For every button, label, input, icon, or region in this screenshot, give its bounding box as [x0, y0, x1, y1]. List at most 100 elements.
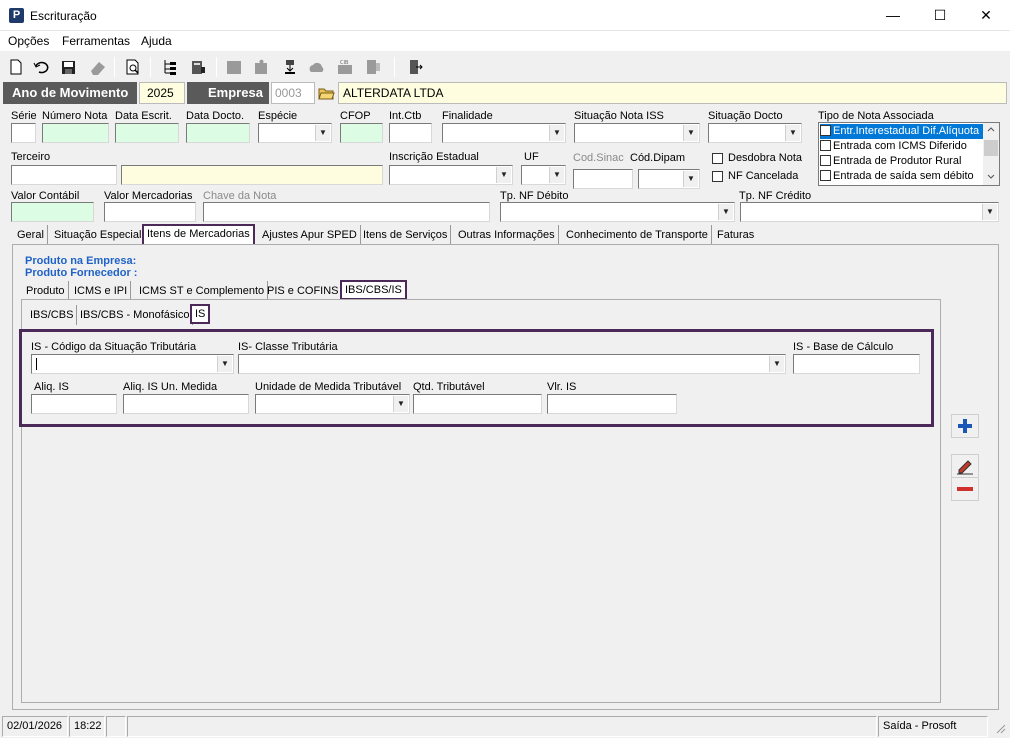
toolbar-separator — [216, 57, 217, 77]
tab-situacao-especial[interactable]: Situação Especial — [51, 225, 146, 245]
tab-outras-informacoes[interactable]: Outras Informações — [455, 225, 559, 245]
tab-ibs-cbs[interactable]: IBS/CBS — [27, 305, 78, 325]
is-cst-select[interactable]: ▼ — [31, 354, 234, 374]
chevron-down-icon[interactable]: ▼ — [769, 356, 784, 372]
situacao-docto-select[interactable]: ▼ — [708, 123, 802, 143]
valor-contabil-field[interactable] — [11, 202, 94, 222]
cod-dipam-select[interactable]: ▼ — [638, 169, 700, 189]
chevron-down-icon[interactable]: ▼ — [549, 125, 564, 141]
chevron-down-icon[interactable]: ▼ — [217, 356, 232, 372]
terceiro-code-field[interactable] — [11, 165, 117, 185]
numero-nota-field[interactable] — [42, 123, 109, 143]
tab-itens-mercadorias[interactable]: Itens de Mercadorias — [142, 224, 255, 246]
aliq-is-un-field[interactable] — [123, 394, 249, 414]
tab-pis-cofins[interactable]: PIS e COFINS — [264, 281, 343, 301]
aliq-is-field[interactable] — [31, 394, 117, 414]
qtd-tributavel-field[interactable] — [413, 394, 542, 414]
cod-sinac-field[interactable] — [573, 169, 633, 189]
chevron-down-icon[interactable]: ▼ — [683, 125, 698, 141]
close-button[interactable]: ✕ — [963, 0, 1009, 31]
is-classe-select[interactable]: ▼ — [238, 354, 786, 374]
vlr-is-field[interactable] — [547, 394, 677, 414]
int-ctb-field[interactable] — [389, 123, 432, 143]
remove-item-button[interactable] — [951, 477, 979, 501]
chevron-down-icon[interactable]: ▼ — [315, 125, 330, 141]
checkbox[interactable] — [820, 170, 831, 181]
add-item-button[interactable] — [951, 414, 979, 438]
list-item[interactable]: Entr.Interestadual Dif.Alíquota — [820, 124, 983, 139]
tab-ajustes-apur-sped[interactable]: Ajustes Apur SPED — [259, 225, 361, 245]
tab-ibs-cbs-is[interactable]: IBS/CBS/IS — [340, 280, 407, 300]
nf-cancelada-checkbox[interactable] — [712, 171, 723, 182]
chevron-down-icon[interactable]: ▼ — [496, 167, 511, 183]
tipo-nota-associada-list[interactable]: Entr.Interestadual Dif.Alíquota Entrada … — [818, 122, 1000, 186]
checkbox[interactable] — [820, 140, 831, 151]
inscricao-estadual-select[interactable]: ▼ — [389, 165, 513, 185]
chevron-down-icon[interactable]: ▼ — [549, 167, 564, 183]
menu-ferramentas[interactable]: Ferramentas — [62, 34, 130, 48]
valor-mercadorias-field[interactable] — [104, 202, 196, 222]
cib-icon[interactable]: CIB — [335, 57, 355, 77]
empresa-code-field[interactable]: 0003 — [271, 82, 315, 104]
cfop-field[interactable] — [340, 123, 383, 143]
book-icon[interactable] — [188, 57, 208, 77]
uf-label: UF — [524, 151, 539, 163]
eraser-icon[interactable] — [88, 57, 108, 77]
ano-movimento-field[interactable]: 2025 — [139, 82, 185, 104]
resize-grip-icon[interactable] — [993, 721, 1007, 735]
import-icon[interactable] — [280, 57, 300, 77]
edit-item-button[interactable] — [951, 454, 979, 478]
list-item[interactable]: Entrada de saída sem débito — [820, 169, 983, 184]
save-icon[interactable] — [58, 57, 78, 77]
finalidade-select[interactable]: ▼ — [442, 123, 566, 143]
menu-opcoes[interactable]: Opções — [8, 34, 49, 48]
maximize-button[interactable]: ☐ — [917, 0, 963, 31]
terceiro-name-field[interactable] — [121, 165, 383, 185]
tab-itens-servicos[interactable]: Itens de Serviços — [360, 225, 452, 245]
list-item[interactable]: Entrada com ICMS Diferido — [820, 139, 983, 154]
menu-ajuda[interactable]: Ajuda — [141, 34, 172, 48]
checkbox[interactable] — [820, 155, 831, 166]
tab-icms-ipi[interactable]: ICMS e IPI — [71, 281, 132, 301]
cfop-label: CFOP — [340, 110, 371, 122]
desdobra-nota-checkbox[interactable] — [712, 153, 723, 164]
tab-icms-st-complemento[interactable]: ICMS ST e Complemento — [136, 281, 269, 301]
chevron-down-icon[interactable]: ▼ — [393, 396, 408, 412]
export-icon[interactable] — [363, 57, 383, 77]
is-base-calculo-field[interactable] — [793, 354, 920, 374]
serie-field[interactable] — [11, 123, 36, 143]
print-preview-icon[interactable] — [123, 57, 143, 77]
list-scrollbar[interactable] — [983, 123, 999, 185]
tab-ibs-cbs-monofasico[interactable]: IBS/CBS - Monofásico — [77, 305, 194, 325]
tree-view-icon[interactable] — [160, 57, 180, 77]
exit-door-icon[interactable] — [405, 57, 425, 77]
cloud-icon[interactable] — [307, 57, 327, 77]
new-document-icon[interactable] — [6, 57, 26, 77]
checkbox[interactable] — [820, 125, 831, 136]
uf-select[interactable]: ▼ — [521, 165, 566, 185]
puzzle-icon[interactable] — [251, 57, 271, 77]
tab-geral[interactable]: Geral — [14, 225, 48, 245]
empresa-name-field[interactable]: ALTERDATA LTDA — [338, 82, 1007, 104]
list-item[interactable]: Entrada de Produtor Rural — [820, 154, 983, 169]
chevron-down-icon[interactable]: ▼ — [683, 171, 698, 187]
data-escrit-field[interactable] — [115, 123, 179, 143]
situacao-nota-iss-select[interactable]: ▼ — [574, 123, 700, 143]
data-docto-field[interactable] — [186, 123, 250, 143]
especie-select[interactable]: ▼ — [258, 123, 332, 143]
undo-icon[interactable] — [32, 57, 52, 77]
tp-nf-credito-select[interactable]: ▼ — [740, 202, 999, 222]
chevron-down-icon[interactable]: ▼ — [785, 125, 800, 141]
folder-icon[interactable] — [224, 57, 244, 77]
tab-is[interactable]: IS — [190, 304, 211, 324]
tab-produto[interactable]: Produto — [23, 281, 69, 301]
chevron-down-icon[interactable]: ▼ — [718, 204, 733, 220]
chave-nota-field[interactable] — [203, 202, 490, 222]
tp-nf-debito-select[interactable]: ▼ — [500, 202, 735, 222]
open-folder-icon[interactable] — [316, 83, 337, 103]
tab-faturas[interactable]: Faturas — [714, 225, 757, 245]
minimize-button[interactable]: — — [870, 0, 916, 31]
chevron-down-icon[interactable]: ▼ — [982, 204, 997, 220]
tab-conhecimento-transporte[interactable]: Conhecimento de Transporte — [563, 225, 712, 245]
unidade-medida-select[interactable]: ▼ — [255, 394, 410, 414]
